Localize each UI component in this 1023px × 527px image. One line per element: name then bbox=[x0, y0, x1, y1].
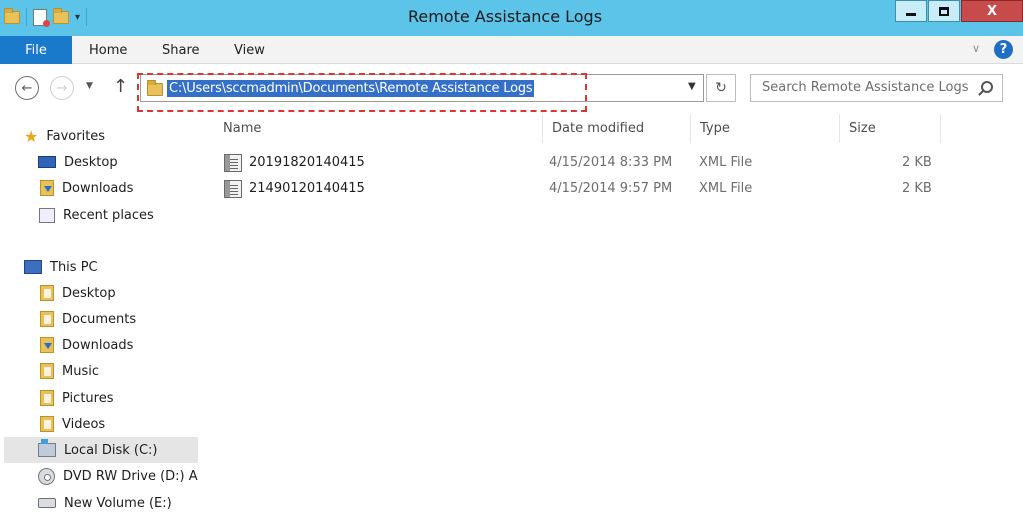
dvd-drive-icon bbox=[38, 467, 55, 485]
nav-label: Downloads bbox=[62, 180, 134, 196]
maximize-icon bbox=[939, 6, 949, 16]
address-folder-icon bbox=[147, 80, 163, 96]
music-folder-icon bbox=[40, 363, 54, 379]
file-row[interactable]: 21490120140415 4/15/2014 9:57 PM XML Fil… bbox=[216, 176, 941, 202]
title-bar: ▾ Remote Assistance Logs X bbox=[0, 0, 1023, 36]
search-icon[interactable] bbox=[981, 81, 993, 93]
recent-places-icon bbox=[39, 207, 55, 223]
column-header-type[interactable]: Type bbox=[691, 114, 840, 143]
nav-this-pc[interactable]: This PC bbox=[24, 254, 222, 280]
file-date: 4/15/2014 8:33 PM bbox=[549, 155, 673, 170]
nav-label: Recent places bbox=[63, 207, 154, 223]
nav-label: Desktop bbox=[64, 154, 118, 170]
back-icon[interactable]: ← bbox=[15, 76, 39, 100]
xml-file-icon bbox=[224, 180, 242, 198]
column-header-size[interactable]: Size bbox=[840, 114, 941, 143]
desktop-folder-icon bbox=[40, 285, 54, 301]
recent-locations-chevron-icon[interactable]: ▼ bbox=[86, 81, 93, 91]
ribbon-tabs: File Home Share View ∨ ? bbox=[0, 36, 1023, 64]
help-icon[interactable]: ? bbox=[994, 40, 1013, 59]
address-path[interactable]: C:\Users\sccmadmin\Documents\Remote Assi… bbox=[167, 80, 535, 97]
file-date: 4/15/2014 9:57 PM bbox=[549, 181, 673, 196]
nav-favorites[interactable]: ★ Favorites bbox=[24, 123, 222, 149]
window-title: Remote Assistance Logs bbox=[407, 7, 603, 26]
tab-home[interactable]: Home bbox=[89, 43, 127, 58]
nav-pc-local-disk[interactable]: Local Disk (C:) bbox=[4, 437, 198, 463]
nav-label: DVD RW Drive (D:) A bbox=[63, 468, 198, 484]
nav-label: Pictures bbox=[62, 390, 114, 406]
star-icon: ★ bbox=[24, 126, 39, 146]
minimize-icon bbox=[906, 13, 916, 16]
xml-file-icon bbox=[224, 154, 242, 172]
file-row[interactable]: 20191820140415 4/15/2014 8:33 PM XML Fil… bbox=[216, 150, 941, 176]
address-bar[interactable]: C:\Users\sccmadmin\Documents\Remote Assi… bbox=[140, 74, 704, 102]
computer-icon bbox=[24, 260, 42, 274]
nav-label: Favorites bbox=[46, 128, 106, 144]
expand-ribbon-chevron-icon[interactable]: ∨ bbox=[972, 42, 980, 55]
nav-label: New Volume (E:) bbox=[64, 495, 172, 511]
refresh-icon[interactable]: ↻ bbox=[706, 74, 736, 102]
nav-label: This PC bbox=[50, 259, 98, 275]
file-type: XML File bbox=[699, 155, 753, 170]
tab-view[interactable]: View bbox=[234, 43, 265, 58]
navigation-bar: ← → ▼ ↑ C:\Users\sccmadmin\Documents\Rem… bbox=[0, 64, 1023, 114]
downloads-folder-icon bbox=[40, 337, 54, 353]
videos-folder-icon bbox=[40, 416, 54, 432]
file-name[interactable]: 21490120140415 bbox=[249, 181, 365, 196]
file-name[interactable]: 20191820140415 bbox=[249, 155, 365, 170]
nav-label: Documents bbox=[62, 311, 137, 327]
search-input[interactable]: Search Remote Assistance Logs bbox=[762, 80, 968, 95]
file-size: 2 KB bbox=[902, 155, 932, 170]
close-icon: X bbox=[986, 3, 998, 19]
navigation-pane: ★ Favorites Desktop Downloads Recent pla… bbox=[0, 114, 202, 527]
tab-file[interactable]: File bbox=[0, 36, 72, 64]
close-button[interactable]: X bbox=[961, 0, 1023, 22]
pictures-folder-icon bbox=[40, 390, 54, 406]
column-header-date-modified[interactable]: Date modified bbox=[543, 114, 691, 143]
column-header-name[interactable]: Name bbox=[214, 114, 543, 143]
minimize-button[interactable] bbox=[895, 0, 927, 22]
file-size: 2 KB bbox=[902, 181, 932, 196]
local-disk-icon bbox=[38, 439, 56, 457]
drive-icon bbox=[38, 498, 56, 508]
desktop-icon bbox=[38, 156, 56, 168]
address-history-chevron-icon[interactable]: ▼ bbox=[688, 81, 696, 92]
documents-folder-icon bbox=[40, 311, 54, 327]
file-list: ▲ Name Date modified Type Size 201918201… bbox=[202, 114, 1023, 527]
nav-label: Music bbox=[62, 363, 99, 379]
maximize-button[interactable] bbox=[928, 0, 960, 22]
downloads-folder-icon bbox=[40, 180, 54, 196]
tab-share[interactable]: Share bbox=[162, 43, 200, 58]
file-type: XML File bbox=[699, 181, 753, 196]
nav-label: Downloads bbox=[62, 337, 134, 353]
up-icon[interactable]: ↑ bbox=[113, 76, 128, 97]
forward-icon[interactable]: → bbox=[50, 76, 74, 100]
nav-label: Videos bbox=[62, 416, 106, 432]
nav-label: Local Disk (C:) bbox=[64, 442, 158, 458]
nav-pc-dvd-drive[interactable]: DVD RW Drive (D:) A bbox=[38, 463, 202, 489]
search-box[interactable]: Search Remote Assistance Logs bbox=[750, 74, 1003, 102]
nav-label: Desktop bbox=[62, 285, 116, 301]
